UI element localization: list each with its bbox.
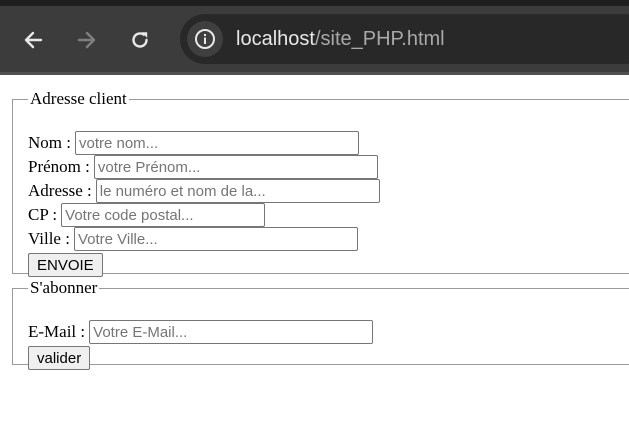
client-address-fieldset: Adresse client Nom : Prénom : Adresse : … — [12, 89, 629, 277]
subscribe-fieldset: S'abonner E-Mail : valider — [12, 278, 629, 370]
firstname-row: Prénom : — [28, 155, 378, 179]
name-input[interactable] — [74, 131, 359, 155]
firstname-input[interactable] — [93, 155, 378, 179]
email-label: E-Mail : — [28, 322, 86, 341]
email-row: E-Mail : — [28, 320, 374, 344]
url-host: localhost — [236, 28, 315, 50]
page-content: Adresse client Nom : Prénom : Adresse : … — [0, 75, 629, 437]
postal-code-row: CP : — [28, 203, 266, 227]
address-label: Adresse : — [28, 181, 92, 200]
info-icon — [195, 29, 215, 49]
address-row: Adresse : — [28, 179, 380, 203]
back-button[interactable] — [17, 24, 49, 56]
city-label: Ville : — [28, 229, 70, 248]
url-text[interactable]: localhost/site_PHP.html — [236, 27, 445, 51]
back-arrow-icon — [24, 31, 43, 49]
subscribe-legend: S'abonner — [30, 278, 98, 297]
tab-strip — [0, 0, 629, 6]
address-input[interactable] — [95, 179, 380, 203]
site-info-button[interactable] — [187, 21, 223, 57]
reload-icon — [132, 32, 148, 48]
name-label: Nom : — [28, 133, 71, 152]
client-address-legend: Adresse client — [30, 89, 127, 108]
send-button[interactable]: ENVOIE — [28, 253, 103, 277]
name-row: Nom : — [28, 131, 359, 155]
url-path: /site_PHP.html — [314, 28, 445, 50]
email-input[interactable] — [89, 320, 374, 344]
validate-button[interactable]: valider — [28, 346, 91, 370]
forward-arrow-icon — [77, 31, 96, 49]
reload-button[interactable] — [124, 24, 156, 56]
firstname-label: Prénom : — [28, 157, 90, 176]
browser-toolbar: localhost/site_PHP.html — [0, 0, 629, 75]
forward-button[interactable] — [71, 24, 103, 56]
city-input[interactable] — [73, 227, 358, 251]
postal-code-input[interactable] — [61, 203, 266, 227]
postal-code-label: CP : — [28, 205, 58, 224]
city-row: Ville : — [28, 227, 358, 251]
